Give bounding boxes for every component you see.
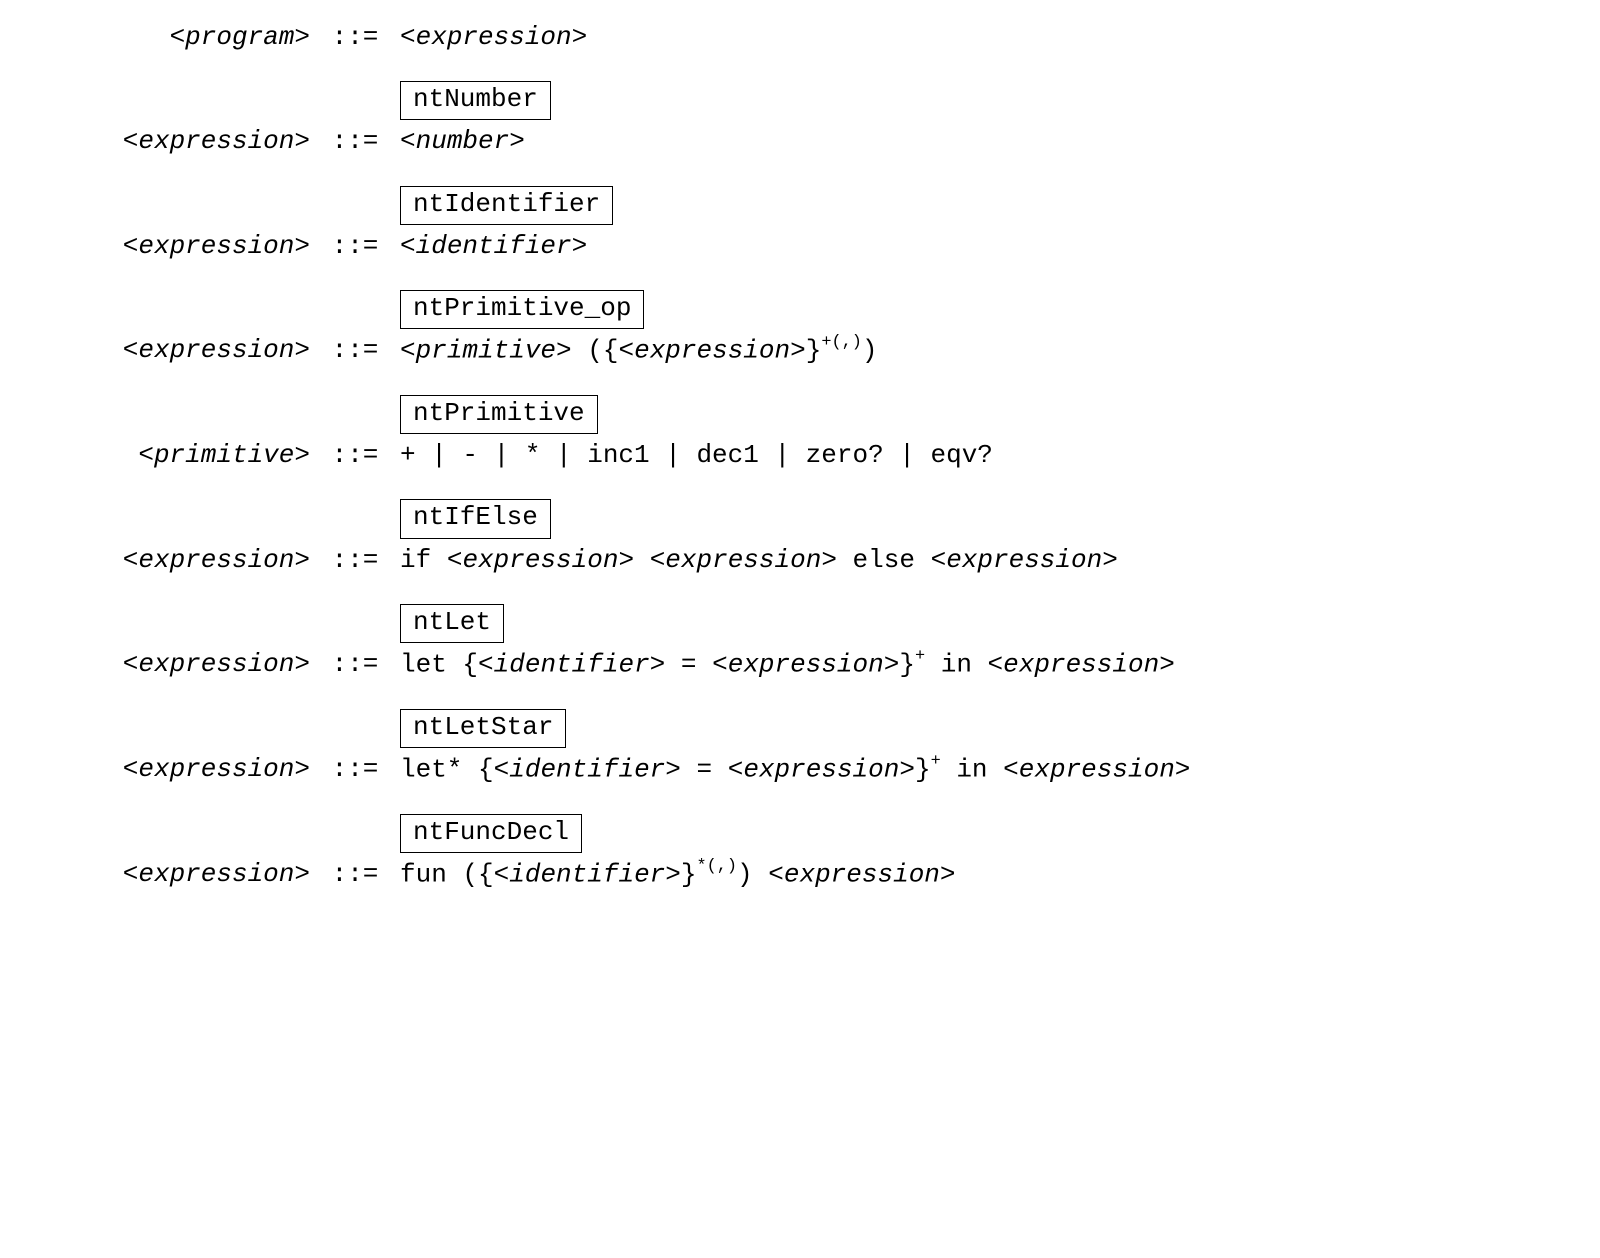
grammar-table: <program>::=<expression>ntNumber<express… [30,20,1570,891]
rule-rhs: let {<identifier> = <expression>}+ in <e… [400,647,1570,681]
rule-op: ::= [320,857,390,890]
rule-op: ::= [320,752,390,785]
rule-lhs: <program> [30,20,310,53]
rule-label-box: ntPrimitive_op [400,290,644,329]
rule-lhs: <expression> [30,647,310,680]
rule-op: ::= [320,20,390,53]
rule-label-box: ntPrimitive [400,395,598,434]
rule-label-row: ntIdentifier [400,186,1570,225]
rule-rhs: <identifier> [400,229,1570,262]
rule-op: ::= [320,124,390,157]
rule-label-row: ntIfElse [400,499,1570,538]
rule-label-box: ntLetStar [400,709,566,748]
rule-lhs: <primitive> [30,438,310,471]
rule-label-row: ntPrimitive [400,395,1570,434]
rule-op: ::= [320,438,390,471]
rule-lhs: <expression> [30,857,310,890]
rule-label-box: ntIdentifier [400,186,613,225]
rule-op: ::= [320,229,390,262]
rule-rhs: <expression> [400,20,1570,53]
rule-label-row: ntFuncDecl [400,814,1570,853]
rule-lhs: <expression> [30,333,310,366]
rule-lhs: <expression> [30,229,310,262]
rule-rhs: <number> [400,124,1570,157]
rule-label-box: ntFuncDecl [400,814,582,853]
rule-op: ::= [320,647,390,680]
rule-op: ::= [320,333,390,366]
rule-label-row: ntNumber [400,81,1570,120]
rule-label-row: ntLetStar [400,709,1570,748]
rule-label-box: ntIfElse [400,499,551,538]
rule-lhs: <expression> [30,124,310,157]
rule-lhs: <expression> [30,543,310,576]
rule-rhs: fun ({<identifier>}*(,)) <expression> [400,857,1570,891]
rule-rhs: <primitive> ({<expression>}+(,)) [400,333,1570,367]
rule-rhs: + | - | * | inc1 | dec1 | zero? | eqv? [400,438,1570,471]
rule-label-box: ntNumber [400,81,551,120]
rule-op: ::= [320,543,390,576]
rule-lhs: <expression> [30,752,310,785]
rule-rhs: if <expression> <expression> else <expre… [400,543,1570,576]
rule-rhs: let* {<identifier> = <expression>}+ in <… [400,752,1570,786]
rule-label-row: ntPrimitive_op [400,290,1570,329]
rule-label-box: ntLet [400,604,504,643]
rule-label-row: ntLet [400,604,1570,643]
